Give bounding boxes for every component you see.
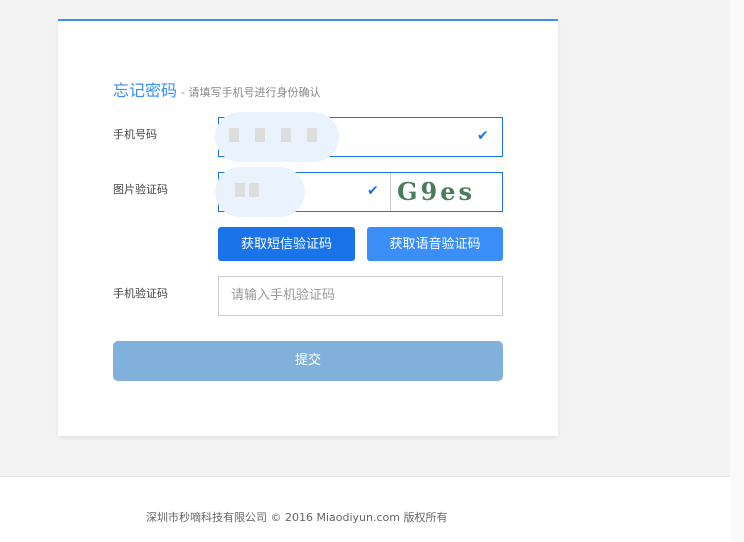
- get-sms-code-button[interactable]: 获取短信验证码: [218, 227, 355, 261]
- phone-input[interactable]: ✔: [215, 112, 503, 162]
- captcha-input[interactable]: ✔ G9es: [215, 167, 503, 217]
- forgot-password-card: 忘记密码 - 请填写手机号进行身份确认 手机号码 ✔ 图片验证码 ✔ G9es 获…: [58, 19, 558, 436]
- phone-label: 手机号码: [113, 128, 157, 141]
- subtitle: - 请填写手机号进行身份确认: [181, 86, 321, 99]
- redacted-value: [215, 112, 339, 162]
- scrollbar-track[interactable]: [730, 0, 744, 542]
- submit-button[interactable]: 提交: [113, 341, 503, 381]
- sms-code-label: 手机验证码: [113, 287, 168, 300]
- check-icon: ✔: [477, 128, 489, 144]
- sms-code-input[interactable]: 请输入手机验证码: [218, 276, 503, 316]
- redacted-value: [215, 167, 305, 217]
- page-title: 忘记密码 - 请填写手机号进行身份确认: [113, 77, 320, 101]
- check-icon: ✔: [367, 183, 379, 199]
- captcha-label: 图片验证码: [113, 183, 168, 196]
- copyright: 深圳市秒嘀科技有限公司 © 2016 Miaodiyun.com 版权所有: [146, 511, 448, 524]
- captcha-image[interactable]: G9es: [390, 173, 503, 211]
- title-text: 忘记密码: [113, 81, 178, 100]
- footer: 深圳市秒嘀科技有限公司 © 2016 Miaodiyun.com 版权所有: [0, 476, 730, 542]
- captcha-text: G9es: [397, 177, 475, 206]
- get-voice-code-button[interactable]: 获取语音验证码: [367, 227, 503, 261]
